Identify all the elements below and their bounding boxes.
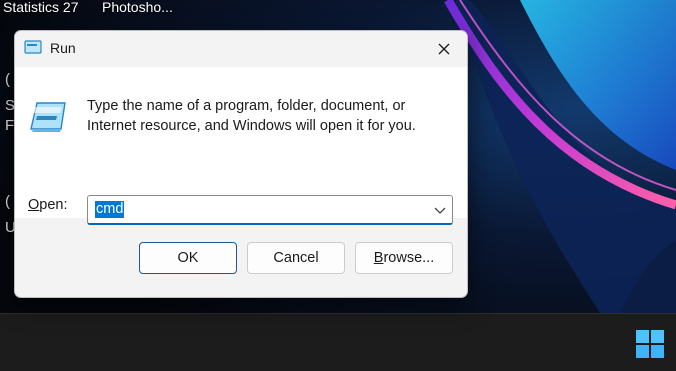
desktop-icon-label-fragment: F: [5, 117, 15, 134]
desktop-icon-label-fragment: (: [5, 193, 10, 210]
ok-button[interactable]: OK: [139, 242, 237, 274]
open-label-mnemonic: O: [28, 197, 40, 213]
browse-button[interactable]: Browse...: [355, 242, 453, 274]
browse-label: rowse...: [383, 250, 435, 266]
dialog-title: Run: [50, 40, 76, 56]
open-combobox[interactable]: cmd: [87, 195, 453, 225]
close-icon: [438, 43, 450, 55]
taskbar: [0, 313, 676, 371]
desktop: Statistics 27 Photosho... ( S F ( U Run: [0, 0, 676, 371]
cancel-button[interactable]: Cancel: [247, 242, 345, 274]
run-dialog: Run Type the name of a program, folder, …: [14, 30, 468, 298]
dialog-description: Type the name of a program, folder, docu…: [87, 98, 416, 134]
run-icon: [24, 40, 42, 54]
close-button[interactable]: [421, 31, 467, 67]
title-bar[interactable]: Run: [15, 31, 467, 67]
run-icon: [30, 102, 66, 132]
desktop-icon-label[interactable]: Statistics 27: [3, 0, 78, 14]
open-label: Open:: [28, 197, 68, 213]
browse-mnemonic: B: [373, 250, 384, 266]
chevron-down-icon[interactable]: [432, 202, 448, 218]
desktop-icon-label-fragment: (: [5, 71, 10, 88]
windows-logo-icon[interactable]: [634, 328, 666, 360]
dialog-content: Type the name of a program, folder, docu…: [15, 67, 467, 225]
open-label-text: pen:: [39, 197, 68, 213]
open-input-value[interactable]: cmd: [95, 201, 125, 218]
desktop-icon-label[interactable]: Photosho...: [102, 0, 173, 14]
